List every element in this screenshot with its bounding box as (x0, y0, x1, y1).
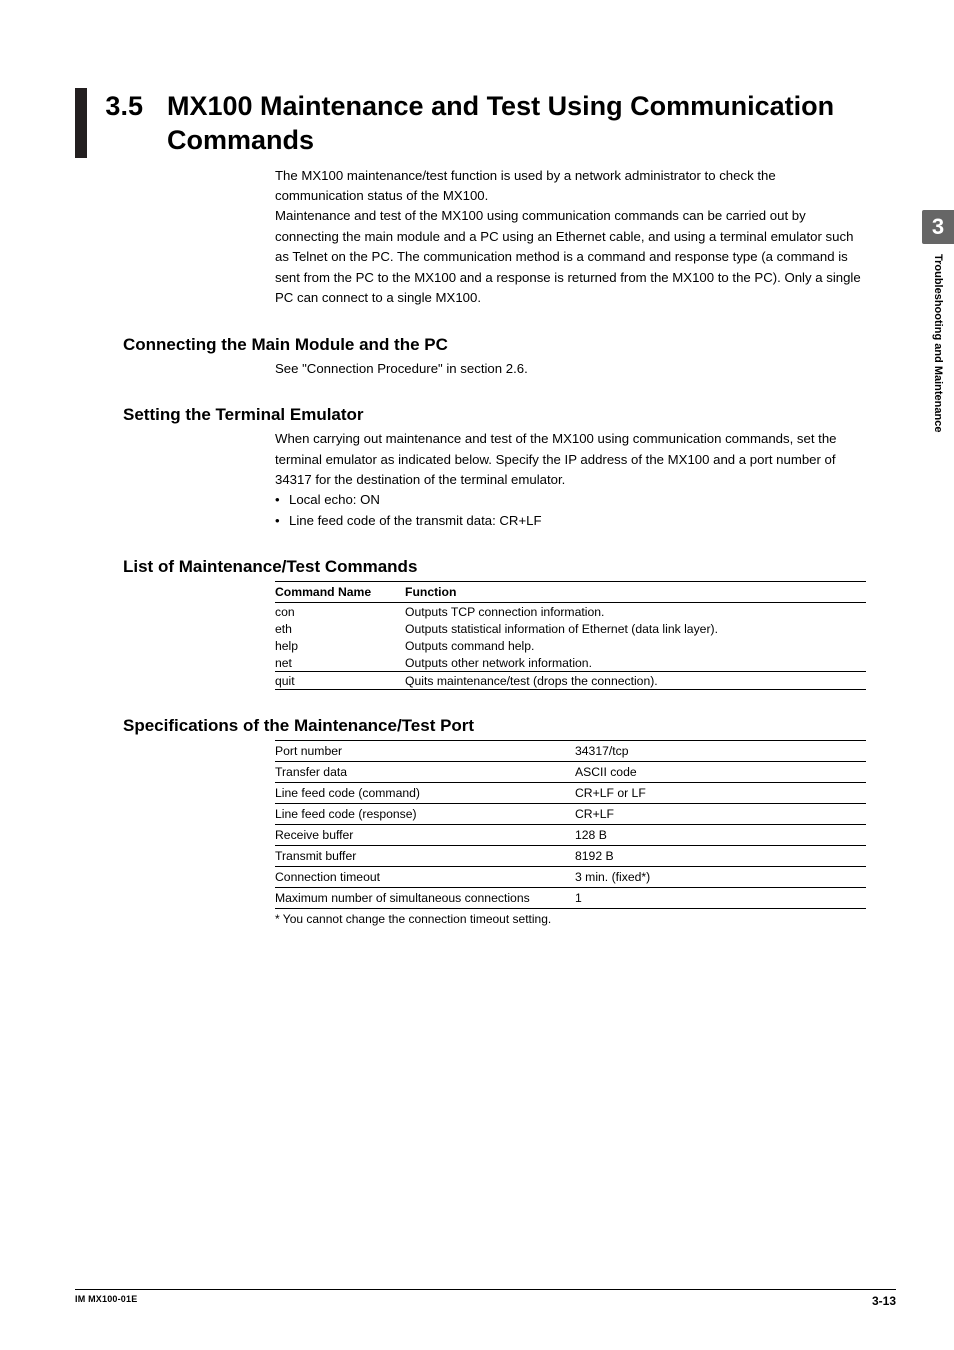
spec-val: 1 (575, 888, 866, 909)
section-number: 3.5 (105, 88, 143, 124)
table-row: Port number34317/tcp (275, 741, 866, 762)
section-header: 3.5 MX100 Maintenance and Test Using Com… (75, 88, 896, 158)
chapter-number-box: 3 (922, 210, 954, 244)
spec-key: Maximum number of simultaneous connectio… (275, 888, 575, 909)
commands-block: Command Name Function con Outputs TCP co… (275, 581, 866, 690)
connect-heading: Connecting the Main Module and the PC (123, 335, 896, 355)
spec-key: Transmit buffer (275, 846, 575, 867)
spec-val: 3 min. (fixed*) (575, 867, 866, 888)
spec-val: 34317/tcp (575, 741, 866, 762)
spec-val: CR+LF or LF (575, 783, 866, 804)
table-row: Line feed code (response)CR+LF (275, 804, 866, 825)
commands-thead: Command Name Function (275, 582, 866, 603)
cmd-name: help (275, 637, 405, 654)
spec-val: ASCII code (575, 762, 866, 783)
cmd-name: net (275, 654, 405, 672)
specs-table: Port number34317/tcp Transfer dataASCII … (275, 740, 866, 909)
table-row: net Outputs other network information. (275, 654, 866, 672)
spec-val: CR+LF (575, 804, 866, 825)
table-row: Line feed code (command)CR+LF or LF (275, 783, 866, 804)
emulator-bullet: Line feed code of the transmit data: CR+… (275, 511, 866, 531)
chapter-number: 3 (932, 214, 944, 240)
table-row: Receive buffer128 B (275, 825, 866, 846)
commands-heading: List of Maintenance/Test Commands (123, 557, 896, 577)
footer-right: 3-13 (872, 1294, 896, 1308)
commands-table: Command Name Function con Outputs TCP co… (275, 581, 866, 690)
table-row: quit Quits maintenance/test (drops the c… (275, 672, 866, 690)
emulator-bullet: Local echo: ON (275, 490, 866, 510)
connect-block: See "Connection Procedure" in section 2.… (275, 359, 866, 379)
table-row: help Outputs command help. (275, 637, 866, 654)
spec-key: Transfer data (275, 762, 575, 783)
page-footer: IM MX100-01E 3-13 (75, 1289, 896, 1308)
emulator-bullets: Local echo: ON Line feed code of the tra… (275, 490, 866, 531)
table-row: con Outputs TCP connection information. (275, 603, 866, 621)
cmd-func: Outputs TCP connection information. (405, 603, 866, 621)
cmd-func: Outputs other network information. (405, 654, 866, 672)
table-row: Maximum number of simultaneous connectio… (275, 888, 866, 909)
specs-block: Port number34317/tcp Transfer dataASCII … (275, 740, 866, 926)
connect-text: See "Connection Procedure" in section 2.… (275, 359, 866, 379)
spec-key: Connection timeout (275, 867, 575, 888)
emulator-text: When carrying out maintenance and test o… (275, 429, 866, 490)
spec-key: Line feed code (command) (275, 783, 575, 804)
section-bar (75, 88, 87, 158)
page: 3 Troubleshooting and Maintenance 3.5 MX… (0, 0, 954, 1350)
emulator-heading: Setting the Terminal Emulator (123, 405, 896, 425)
footer-left: IM MX100-01E (75, 1294, 137, 1308)
spec-key: Port number (275, 741, 575, 762)
cmd-name: eth (275, 620, 405, 637)
cmd-func: Quits maintenance/test (drops the connec… (405, 672, 866, 690)
commands-header-func: Function (405, 582, 866, 603)
cmd-name: quit (275, 672, 405, 690)
table-row: Transfer dataASCII code (275, 762, 866, 783)
chapter-tab: 3 Troubleshooting and Maintenance (922, 210, 954, 490)
specs-footnote: * You cannot change the connection timeo… (275, 912, 866, 926)
cmd-func: Outputs command help. (405, 637, 866, 654)
cmd-func: Outputs statistical information of Ether… (405, 620, 866, 637)
cmd-name: con (275, 603, 405, 621)
specs-heading: Specifications of the Maintenance/Test P… (123, 716, 896, 736)
table-row: Transmit buffer8192 B (275, 846, 866, 867)
table-row: eth Outputs statistical information of E… (275, 620, 866, 637)
commands-header-name: Command Name (275, 582, 405, 603)
intro-block: The MX100 maintenance/test function is u… (275, 166, 866, 309)
spec-key: Line feed code (response) (275, 804, 575, 825)
spec-val: 8192 B (575, 846, 866, 867)
intro-text: The MX100 maintenance/test function is u… (275, 166, 866, 309)
section-title: MX100 Maintenance and Test Using Communi… (167, 88, 896, 158)
chapter-tab-label: Troubleshooting and Maintenance (932, 254, 944, 432)
table-row: Connection timeout3 min. (fixed*) (275, 867, 866, 888)
spec-key: Receive buffer (275, 825, 575, 846)
emulator-block: When carrying out maintenance and test o… (275, 429, 866, 531)
spec-val: 128 B (575, 825, 866, 846)
